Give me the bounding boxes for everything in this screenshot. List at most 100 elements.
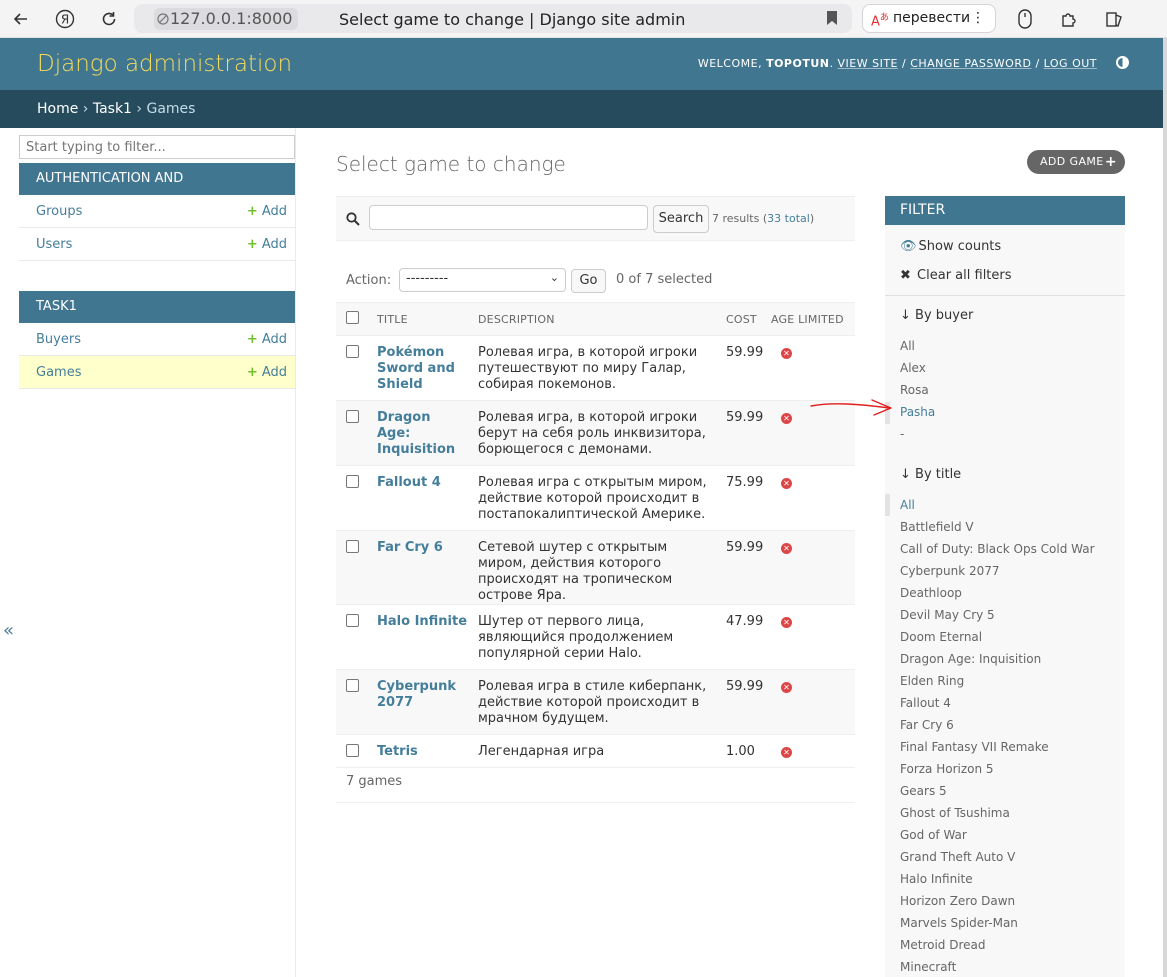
- plus-icon: +: [246, 332, 258, 347]
- no-icon: ✕: [781, 682, 792, 693]
- filter-item-title[interactable]: All: [900, 498, 915, 512]
- filter-item-title[interactable]: Final Fantasy VII Remake: [900, 740, 1049, 754]
- add-user-button[interactable]: + Add: [247, 237, 287, 252]
- module-caption[interactable]: AUTHENTICATION AND AUTHORIZATION: [19, 163, 295, 218]
- filter-item-buyer[interactable]: Alex: [900, 361, 926, 375]
- filter-item-buyer[interactable]: Rosa: [900, 383, 929, 397]
- nav-filter-input[interactable]: [19, 135, 295, 159]
- action-select[interactable]: --------- ⌄: [399, 268, 566, 292]
- plus-icon: +: [1104, 154, 1117, 170]
- row-checkbox[interactable]: [346, 540, 359, 553]
- theme-toggle-icon[interactable]: [1116, 56, 1129, 69]
- filter-item-title[interactable]: Call of Duty: Black Ops Cold War: [900, 542, 1095, 556]
- row-checkbox[interactable]: [346, 744, 359, 757]
- filter-item-title[interactable]: Deathloop: [900, 586, 962, 600]
- row-checkbox[interactable]: [346, 345, 359, 358]
- reload-icon[interactable]: [98, 8, 120, 30]
- row-checkbox[interactable]: [346, 614, 359, 627]
- filter-heading-title[interactable]: ↓ By title: [900, 467, 961, 482]
- column-header-description[interactable]: DESCRIPTION: [474, 302, 723, 336]
- filter-item-title[interactable]: Cyberpunk 2077: [900, 564, 1000, 578]
- game-title-link[interactable]: Tetris: [377, 744, 418, 759]
- add-buyer-button[interactable]: + Add: [247, 332, 287, 347]
- total-link[interactable]: 33 total: [767, 212, 810, 225]
- view-site-link[interactable]: VIEW SITE: [838, 57, 899, 70]
- filter-item-title[interactable]: Forza Horizon 5: [900, 762, 994, 776]
- game-title-link[interactable]: Far Cry 6: [377, 540, 443, 555]
- module-caption[interactable]: TASK1: [19, 291, 295, 323]
- translate-button[interactable]: Aあ перевести ⋮: [862, 4, 996, 33]
- game-title-link[interactable]: Halo Infinite: [377, 614, 467, 629]
- site-branding[interactable]: Django administration: [37, 51, 292, 77]
- no-icon: ✕: [781, 543, 792, 554]
- more-vertical-icon[interactable]: ⋮: [971, 5, 985, 32]
- game-title-link[interactable]: Pokémon Sword and Shield: [377, 345, 455, 392]
- filter-item-title[interactable]: Minecraft: [900, 960, 956, 974]
- filter-item-title[interactable]: Grand Theft Auto V: [900, 850, 1015, 864]
- filter-item-title[interactable]: Dragon Age: Inquisition: [900, 652, 1041, 666]
- show-counts-link[interactable]: 👁 Show counts: [900, 239, 1001, 254]
- clear-all-filters-link[interactable]: ✖ Clear all filters: [900, 268, 1012, 283]
- game-cost: 59.99: [723, 400, 771, 466]
- filter-item-buyer[interactable]: -: [900, 427, 904, 441]
- go-button[interactable]: Go: [571, 269, 606, 293]
- column-header-age-limited[interactable]: AGE LIMITED: [771, 302, 855, 336]
- table-row: Far Cry 6 Сетевой шутер с открытым миром…: [336, 530, 855, 605]
- games-link[interactable]: Games: [36, 365, 81, 380]
- filter-item-title[interactable]: Doom Eternal: [900, 630, 982, 644]
- change-password-link[interactable]: CHANGE PASSWORD: [910, 57, 1031, 70]
- filter-item-title[interactable]: Halo Infinite: [900, 872, 973, 886]
- back-arrow-icon[interactable]: [10, 8, 32, 30]
- users-link[interactable]: Users: [36, 237, 72, 252]
- close-icon: ✖: [900, 268, 911, 283]
- search-input[interactable]: [369, 205, 648, 230]
- buyers-link[interactable]: Buyers: [36, 332, 81, 347]
- filter-item-buyer[interactable]: Pasha: [900, 405, 935, 419]
- select-all-checkbox[interactable]: [346, 311, 359, 324]
- row-checkbox[interactable]: [346, 475, 359, 488]
- filter-item-title[interactable]: Devil May Cry 5: [900, 608, 995, 622]
- no-icon: ✕: [781, 617, 792, 628]
- filter-item-buyer[interactable]: All: [900, 339, 915, 353]
- filter-item-title[interactable]: Battlefield V: [900, 520, 974, 534]
- row-checkbox[interactable]: [346, 679, 359, 692]
- collections-icon[interactable]: [1103, 8, 1125, 30]
- window-scrollbar[interactable]: [1163, 38, 1167, 977]
- add-group-button[interactable]: + Add: [247, 204, 287, 219]
- column-header-cost[interactable]: COST: [723, 302, 771, 336]
- filter-item-title[interactable]: God of War: [900, 828, 967, 842]
- show-counts-label: Show counts: [918, 239, 1002, 254]
- yandex-logo-icon[interactable]: Я: [54, 8, 76, 30]
- filter-item-title[interactable]: Marvels Spider-Man: [900, 916, 1018, 930]
- filter-heading-buyer[interactable]: ↓ By buyer: [900, 308, 973, 323]
- search-button[interactable]: Search: [653, 205, 709, 233]
- groups-link[interactable]: Groups: [36, 204, 82, 219]
- filter-item-title[interactable]: Elden Ring: [900, 674, 964, 688]
- game-title-link[interactable]: Cyberpunk 2077: [377, 679, 456, 710]
- bookmark-icon[interactable]: [826, 10, 838, 30]
- filter-item-title[interactable]: Horizon Zero Dawn: [900, 894, 1015, 908]
- row-checkbox[interactable]: [346, 410, 359, 423]
- game-description: Шутер от первого лица, являющийся продол…: [474, 604, 723, 670]
- eye-icon: 👁: [900, 239, 917, 254]
- filter-item-title[interactable]: Gears 5: [900, 784, 947, 798]
- game-description: Ролевая игра, в которой игроки путешеств…: [474, 335, 723, 401]
- add-game-sidebar-button[interactable]: + Add: [247, 365, 287, 380]
- game-title-link[interactable]: Dragon Age: Inquisition: [377, 410, 455, 457]
- game-cost: 59.99: [723, 669, 771, 735]
- toggle-nav-sidebar-button[interactable]: «: [3, 620, 14, 641]
- filter-item-title[interactable]: Far Cry 6: [900, 718, 954, 732]
- column-header-title[interactable]: TITLE: [369, 302, 474, 336]
- breadcrumb-app[interactable]: Task1: [93, 101, 132, 117]
- add-game-button[interactable]: ADD GAME +: [1027, 150, 1125, 174]
- filter-item-title[interactable]: Metroid Dread: [900, 938, 985, 952]
- log-out-link[interactable]: LOG OUT: [1044, 57, 1097, 70]
- extensions-puzzle-icon[interactable]: [1058, 8, 1080, 30]
- game-title-link[interactable]: Fallout 4: [377, 475, 441, 490]
- breadcrumb-home[interactable]: Home: [37, 101, 78, 117]
- filter-item-title[interactable]: Ghost of Tsushima: [900, 806, 1010, 820]
- game-description: Ролевая игра в стиле киберпанк, действие…: [474, 669, 723, 735]
- filter-item-title[interactable]: Fallout 4: [900, 696, 951, 710]
- extension-mouse-icon[interactable]: [1014, 8, 1036, 30]
- address-bar[interactable]: 127.0.0.1:8000 Select game to change | D…: [134, 4, 852, 33]
